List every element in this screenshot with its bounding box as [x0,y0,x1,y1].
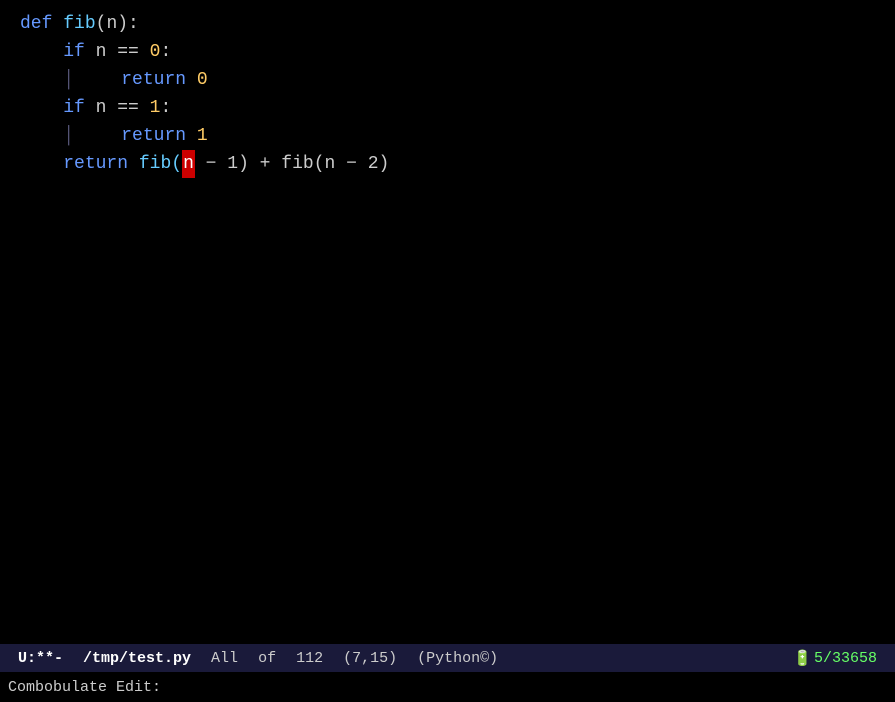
code-line-4: if n == 1: [20,94,895,122]
status-line-count: 112 [286,644,333,672]
status-modified: U:**- [8,644,73,672]
battery-icon: 🔋 [793,649,812,668]
status-filepath: /tmp/test.py [73,644,201,672]
code-line-2: if n == 0: [20,38,895,66]
status-filetype: (Python©) [407,644,508,672]
indent-bar-2: │ [63,122,74,150]
code-line-3: │ return 0 [20,66,895,94]
code-line-1: def fib(n): [20,10,895,38]
session-id: 33658 [832,650,877,667]
battery-value: 5 [814,650,823,667]
command-text: Combobulate Edit: [8,679,161,696]
cursor: n [182,150,195,178]
code-line-5: │ return 1 [20,122,895,150]
status-all: All [201,644,248,672]
function-name: fib [63,10,95,38]
status-bar: U:**- /tmp/test.py All of 112 (7,15) (Py… [0,644,895,672]
keyword-def: def [20,10,63,38]
code-line-6: return fib(n − 1) + fib(n − 2) [20,150,895,178]
command-line: Combobulate Edit: [0,672,895,702]
indent-bar: │ [63,66,74,94]
editor-area[interactable]: def fib(n): if n == 0: │ return 0 if n =… [0,0,895,638]
status-of: of [248,644,286,672]
status-battery: 🔋5/33658 [783,644,887,672]
status-position: (7,15) [333,644,407,672]
